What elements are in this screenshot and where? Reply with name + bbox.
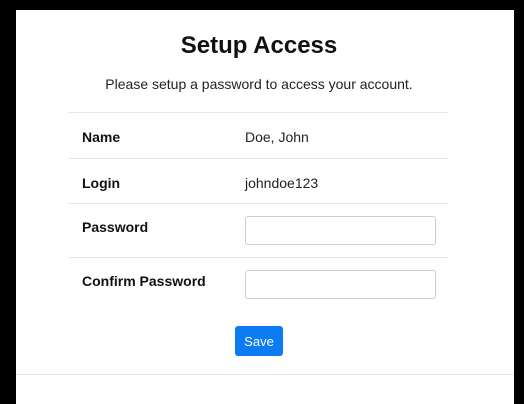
login-value: johndoe123 [245,175,319,191]
login-label: Login [82,175,121,191]
confirm-password-label: Confirm Password [82,273,206,289]
page-title: Setup Access [180,32,338,59]
name-value: Doe, John [245,129,309,145]
name-row: Name Doe, John [68,112,448,158]
window-frame: Setup Access Please setup a password to … [0,0,524,404]
page-subtitle: Please setup a password to access your a… [105,76,413,92]
bottom-divider [16,374,514,375]
confirm-password-row: Confirm Password [68,257,448,313]
login-row: Login johndoe123 [68,158,448,203]
name-label: Name [82,129,121,145]
save-button[interactable]: Save [235,326,283,356]
setup-access-panel: Setup Access Please setup a password to … [16,10,514,404]
password-label: Password [82,219,149,235]
password-input[interactable] [245,216,436,245]
password-row: Password [68,203,448,257]
confirm-password-input[interactable] [245,270,436,299]
